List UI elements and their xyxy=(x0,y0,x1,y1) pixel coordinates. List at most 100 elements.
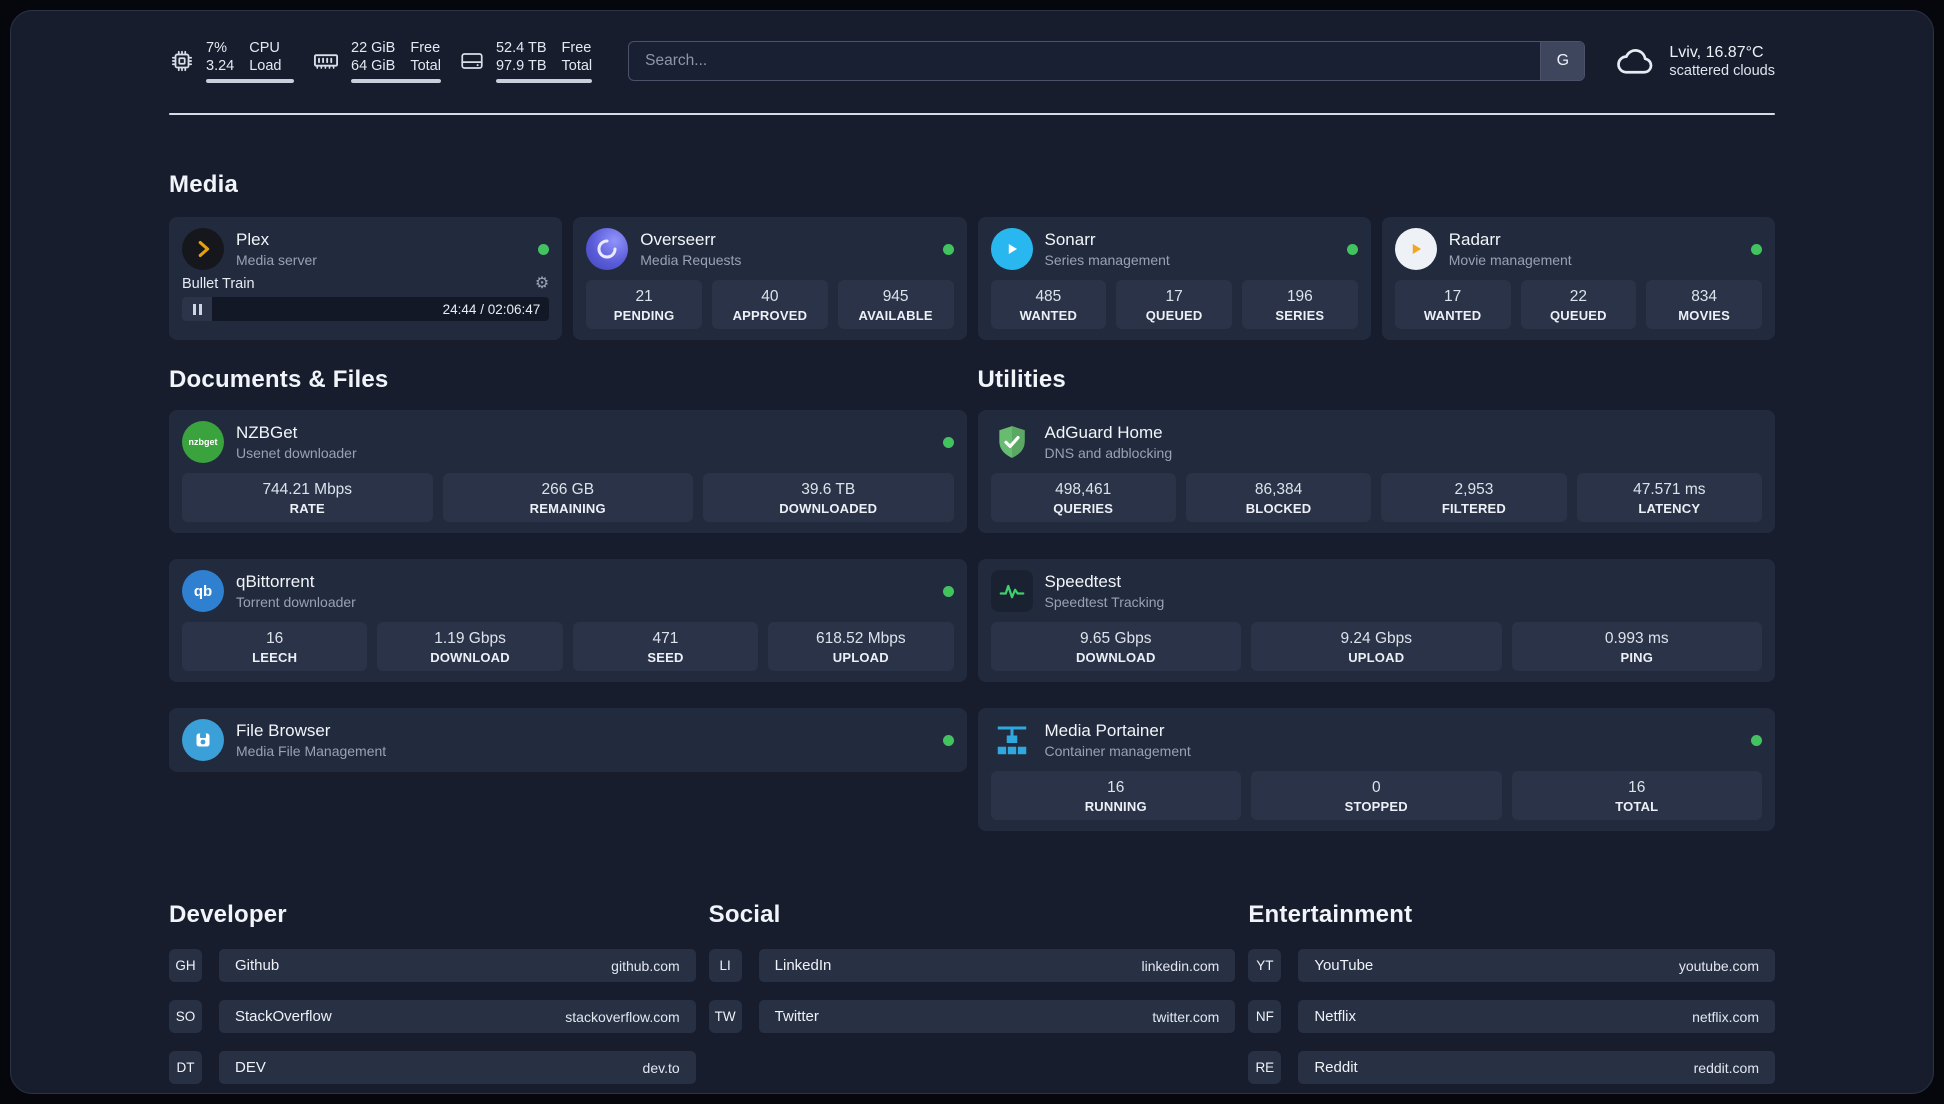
stat-label: RATE xyxy=(289,501,325,516)
app-subtitle: Series management xyxy=(1044,252,1170,268)
search-input[interactable] xyxy=(629,42,1541,80)
bookmark-row-github[interactable]: GH Github github.com xyxy=(169,949,696,982)
app-card-nzbget[interactable]: nzbget NZBGet Usenet downloader 744.21 M… xyxy=(169,410,967,533)
app-card-qbittorrent[interactable]: qb qBittorrent Torrent downloader 16 LEE… xyxy=(169,559,967,682)
app-name: Overseerr xyxy=(640,230,716,249)
bookmark-link-stackoverflow[interactable]: StackOverflow stackoverflow.com xyxy=(219,1000,696,1033)
app-card-radarr[interactable]: Radarr Movie management 17 WANTED 22 QUE… xyxy=(1381,217,1775,340)
bookmark-url: dev.to xyxy=(642,1059,680,1076)
stat-label: PING xyxy=(1620,650,1654,665)
cpu-usage-bar xyxy=(206,79,294,83)
stat-value: 1.19 Gbps xyxy=(434,630,506,647)
nzbget-icon: nzbget xyxy=(182,421,224,463)
bookmark-link-dev[interactable]: DEV dev.to xyxy=(219,1051,696,1084)
twitter-icon[interactable]: TW xyxy=(708,1000,742,1033)
app-name: NZBGet xyxy=(236,423,298,442)
stat-box-upload: 618.52 Mbps UPLOAD xyxy=(768,622,954,671)
bookmark-link-twitter[interactable]: Twitter twitter.com xyxy=(758,1000,1236,1033)
status-dot xyxy=(942,734,954,746)
app-meta: Media Portainer Container management xyxy=(1045,721,1191,759)
app-card-filebrowser[interactable]: File Browser Media File Management xyxy=(169,708,967,772)
cpu-label: CPU xyxy=(249,40,280,56)
card-header: Overseerr Media Requests xyxy=(586,228,954,270)
stat-label: WANTED xyxy=(1423,308,1482,323)
dashboard-panel: 7% 3.24 CPU Load 22 GiB 64 GiB Free Tota… xyxy=(10,10,1934,1094)
memory-free-label: Free xyxy=(410,40,441,56)
bookmark-link-youtube[interactable]: YouTube youtube.com xyxy=(1298,949,1775,982)
sonarr-icon xyxy=(990,228,1033,270)
stat-box-latency: 47.571 ms LATENCY xyxy=(1576,473,1762,522)
app-name: qBittorrent xyxy=(236,572,315,591)
stat-value: 471 xyxy=(652,630,679,647)
stat-value: 2,953 xyxy=(1454,481,1494,498)
qbittorrent-icon: qb xyxy=(182,570,224,612)
search-engine-button[interactable]: G xyxy=(1540,42,1585,80)
dev-icon[interactable]: DT xyxy=(169,1051,202,1084)
stats-row: 21 PENDING 40 APPROVED 945 AVAILABLE xyxy=(586,280,954,329)
status-dot xyxy=(1751,243,1762,255)
radarr-icon xyxy=(1394,228,1437,270)
app-card-adguard[interactable]: AdGuard Home DNS and adblocking 498,461 … xyxy=(977,410,1775,533)
memory-widget: 22 GiB 64 GiB Free Total xyxy=(312,39,441,83)
bookmark-link-linkedin[interactable]: LinkedIn linkedin.com xyxy=(758,949,1236,982)
app-name: Plex xyxy=(236,230,270,249)
stats-row: 498,461 QUERIES 86,384 BLOCKED 2,953 FIL… xyxy=(990,473,1762,522)
now-playing-title: Bullet Train xyxy=(182,276,255,292)
app-meta: qBittorrent Torrent downloader xyxy=(236,572,356,610)
bookmark-url: reddit.com xyxy=(1693,1059,1759,1076)
bookmark-row-dev[interactable]: DT DEV dev.to xyxy=(169,1051,696,1084)
pause-icon[interactable] xyxy=(182,297,212,321)
app-card-speedtest[interactable]: Speedtest Speedtest Tracking 9.65 Gbps D… xyxy=(977,559,1775,682)
github-icon[interactable]: GH xyxy=(169,949,202,982)
bookmark-name: DEV xyxy=(235,1059,266,1076)
app-subtitle: Speedtest Tracking xyxy=(1044,594,1165,610)
stat-label: WANTED xyxy=(1019,308,1078,323)
search-bar[interactable]: G xyxy=(628,41,1586,81)
bookmark-link-github[interactable]: Github github.com xyxy=(219,949,696,982)
bookmark-url: twitter.com xyxy=(1152,1008,1220,1025)
stat-value: 17 xyxy=(1444,288,1462,305)
seek-bar[interactable]: 24:44 / 02:06:47 xyxy=(182,297,550,321)
gear-icon[interactable]: ⚙ xyxy=(535,276,549,292)
plex-icon xyxy=(182,228,224,270)
bookmark-row-stackoverflow[interactable]: SO StackOverflow stackoverflow.com xyxy=(169,1000,696,1033)
app-name: Media Portainer xyxy=(1044,721,1165,740)
stat-label: UPLOAD xyxy=(1348,650,1405,665)
card-header: Plex Media server xyxy=(182,228,550,270)
weather-location: Lviv, 16.87°C xyxy=(1669,43,1764,61)
stat-box-queued: 22 QUEUED xyxy=(1520,280,1637,329)
app-name: Speedtest xyxy=(1044,572,1122,591)
stat-box-queries: 498,461 QUERIES xyxy=(990,473,1176,522)
netflix-icon[interactable]: NF xyxy=(1248,1000,1282,1033)
app-card-plex[interactable]: Plex Media server Bullet Train ⚙ 24:44 /… xyxy=(169,217,563,340)
section-utilities: Utilities AdGuard Home DNS and adblockin… xyxy=(977,366,1775,831)
section-documents: Documents & Files nzbget NZBGet Usenet d… xyxy=(169,366,967,772)
card-header: Speedtest Speedtest Tracking xyxy=(990,570,1763,612)
bookmark-row-netflix[interactable]: NF Netflix netflix.com xyxy=(1248,1000,1775,1033)
stackoverflow-icon[interactable]: SO xyxy=(169,1000,202,1033)
stat-label: SERIES xyxy=(1275,308,1325,323)
app-meta: File Browser Media File Management xyxy=(236,721,386,759)
app-card-overseerr[interactable]: Overseerr Media Requests 21 PENDING 40 A… xyxy=(573,217,967,340)
app-card-sonarr[interactable]: Sonarr Series management 485 WANTED 17 Q… xyxy=(977,217,1371,340)
app-card-portainer[interactable]: Media Portainer Container management 16 … xyxy=(977,708,1775,831)
bookmark-row-youtube[interactable]: YT YouTube youtube.com xyxy=(1248,949,1775,982)
stats-row: 744.21 Mbps RATE 266 GB REMAINING 39.6 T… xyxy=(182,473,954,522)
reddit-icon[interactable]: RE xyxy=(1248,1051,1282,1084)
bookmark-link-reddit[interactable]: Reddit reddit.com xyxy=(1298,1051,1775,1084)
bookmark-row-reddit[interactable]: RE Reddit reddit.com xyxy=(1248,1051,1775,1084)
linkedin-icon[interactable]: LI xyxy=(708,949,742,982)
stat-label: APPROVED xyxy=(732,308,808,323)
app-subtitle: Torrent downloader xyxy=(236,594,356,610)
app-meta: Sonarr Series management xyxy=(1045,230,1170,268)
cpu-load-label: Load xyxy=(249,58,282,74)
disk-readout: 52.4 TB 97.9 TB Free Total xyxy=(495,39,593,83)
bookmark-row-linkedin[interactable]: LI LinkedIn linkedin.com xyxy=(708,949,1236,982)
youtube-icon[interactable]: YT xyxy=(1248,949,1282,982)
bookmark-link-netflix[interactable]: Netflix netflix.com xyxy=(1298,1000,1775,1033)
stat-value: 39.6 TB xyxy=(801,481,856,498)
stat-label: STOPPED xyxy=(1344,799,1408,814)
bookmark-row-twitter[interactable]: TW Twitter twitter.com xyxy=(708,1000,1236,1033)
stat-value: 834 xyxy=(1691,288,1718,305)
stat-label: DOWNLOAD xyxy=(430,650,510,665)
